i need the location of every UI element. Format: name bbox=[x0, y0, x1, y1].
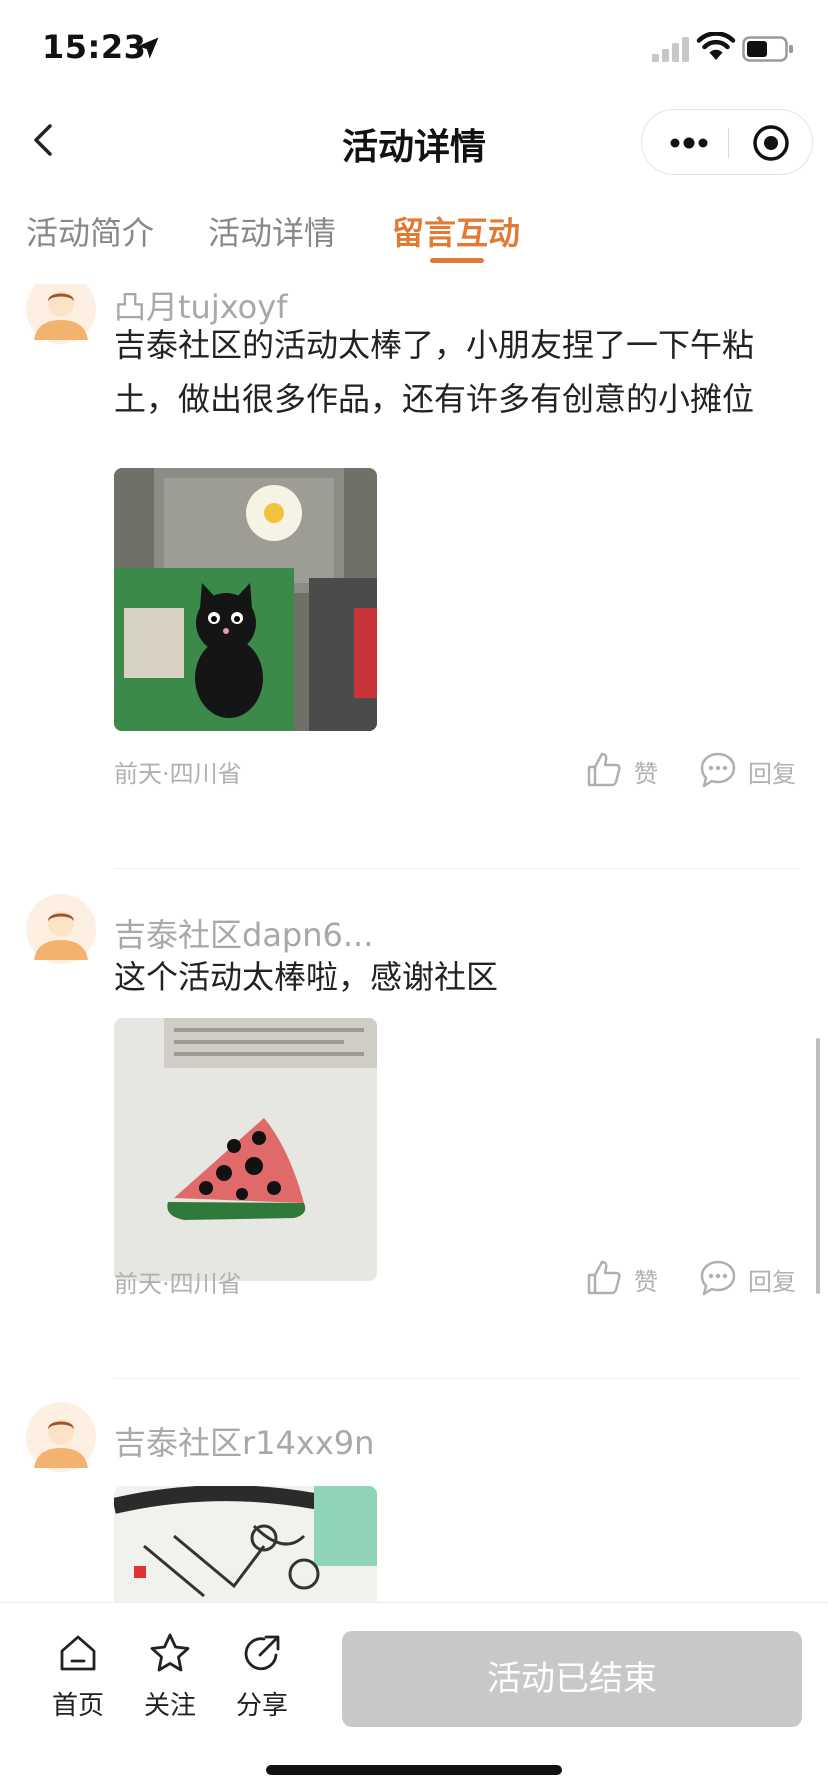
reply-button[interactable]: 回复 bbox=[698, 1258, 808, 1302]
share-label: 分享 bbox=[235, 1691, 288, 1721]
comment-meta: 前天·四川省 bbox=[114, 1270, 242, 1298]
reply-label: 回复 bbox=[748, 760, 796, 788]
share-button[interactable]: 分享 bbox=[222, 1631, 302, 1731]
bottom-action-bar: 首页 关注 分享 活动已结束 bbox=[0, 1602, 828, 1792]
comment-text: 这个活动太棒啦，感谢社区 bbox=[114, 958, 499, 996]
comment-photo-clay-watermelon[interactable] bbox=[114, 1018, 377, 1281]
status-time: 15:23 bbox=[42, 28, 147, 66]
miniprogram-capsule bbox=[641, 109, 813, 175]
battery-icon bbox=[742, 36, 793, 62]
follow-label: 关注 bbox=[143, 1691, 196, 1721]
thumbs-up-icon bbox=[587, 752, 621, 787]
avatar[interactable] bbox=[26, 284, 96, 344]
scrollbar-thumb[interactable] bbox=[816, 1038, 820, 1294]
thumbs-up-icon bbox=[587, 1260, 621, 1295]
reply-bubble-icon bbox=[700, 1260, 736, 1296]
like-label: 赞 bbox=[634, 1268, 658, 1296]
capsule-divider bbox=[728, 128, 729, 158]
reply-button[interactable]: 回复 bbox=[698, 750, 808, 794]
comment-text: 吉泰社区的活动太棒了，小朋友捏了一下午粘土，做出很多作品，还有许多有创意的小摊位 bbox=[114, 326, 755, 418]
active-tab-indicator bbox=[430, 258, 484, 263]
star-icon bbox=[150, 1633, 190, 1672]
avatar[interactable] bbox=[26, 894, 96, 964]
comment-photo-drawing[interactable] bbox=[114, 1486, 377, 1602]
like-button[interactable]: 赞 bbox=[584, 750, 674, 794]
share-icon bbox=[244, 1635, 280, 1671]
tab-comments[interactable]: 留言互动 bbox=[392, 208, 520, 254]
tab-details[interactable]: 活动详情 bbox=[208, 208, 336, 254]
reply-bubble-icon bbox=[700, 752, 736, 788]
tab-intro[interactable]: 活动简介 bbox=[26, 208, 154, 254]
close-target-icon[interactable] bbox=[750, 122, 792, 164]
home-label: 首页 bbox=[51, 1691, 104, 1721]
comment-divider bbox=[114, 1378, 800, 1379]
cellular-signal-icon bbox=[652, 37, 689, 62]
more-dots-icon[interactable] bbox=[664, 124, 714, 162]
commenter-name[interactable]: 吉泰社区r14xx9n bbox=[114, 1418, 374, 1464]
like-button[interactable]: 赞 bbox=[584, 1258, 674, 1302]
activity-ended-button[interactable]: 活动已结束 bbox=[342, 1631, 802, 1727]
like-label: 赞 bbox=[634, 760, 658, 788]
follow-button[interactable]: 关注 bbox=[130, 1631, 210, 1731]
reply-label: 回复 bbox=[748, 1268, 796, 1296]
status-bar: 15:23 bbox=[0, 0, 828, 96]
comment-meta: 前天·四川省 bbox=[114, 760, 242, 788]
tab-bar: 活动简介 活动详情 留言互动 bbox=[0, 188, 828, 284]
home-indicator bbox=[266, 1765, 562, 1775]
location-arrow-icon bbox=[137, 37, 159, 59]
comments-list[interactable]: 凸月tujxoyf 吉泰社区的活动太棒了，小朋友捏了一下午粘土，做出很多作品，还… bbox=[0, 284, 828, 1602]
avatar[interactable] bbox=[26, 1402, 96, 1472]
comment-photo-clay-cat[interactable] bbox=[114, 468, 377, 731]
home-button[interactable]: 首页 bbox=[38, 1631, 118, 1731]
home-icon bbox=[60, 1635, 96, 1671]
navigation-bar: 活动详情 bbox=[0, 96, 828, 188]
wifi-icon bbox=[696, 32, 736, 60]
comment-divider bbox=[114, 868, 800, 869]
